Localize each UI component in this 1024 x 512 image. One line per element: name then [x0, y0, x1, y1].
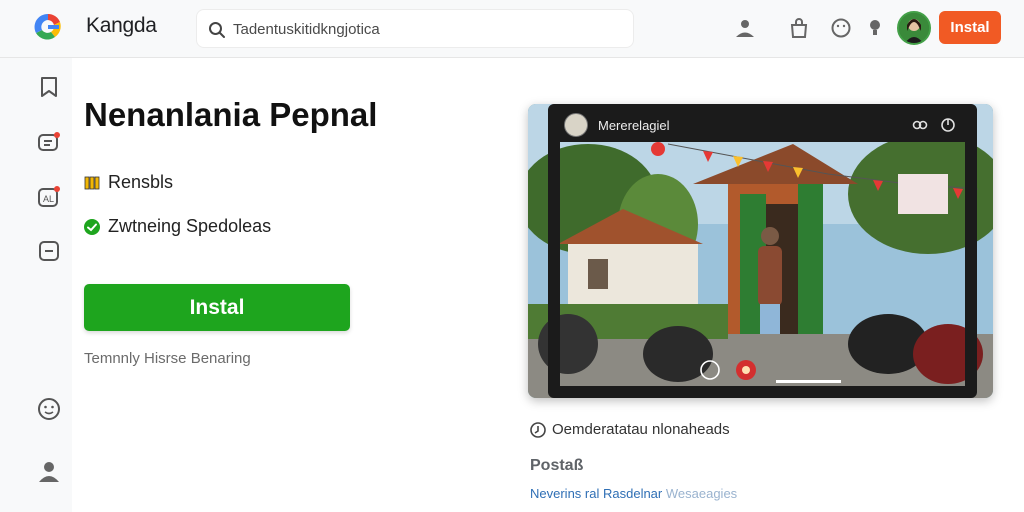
header-install-button[interactable]: Instal [939, 11, 1001, 44]
link-item[interactable]: Rasdelnar [603, 486, 662, 501]
section-links: Neverins ral Rasdelnar Wesaeagies [530, 486, 737, 501]
books-icon [84, 176, 100, 189]
search-icon [209, 22, 225, 38]
bulb-icon[interactable] [863, 16, 887, 40]
loop-icon[interactable] [912, 117, 928, 133]
library-icon[interactable]: AL [36, 184, 62, 210]
channel-name[interactable]: Mererelagiel [598, 118, 670, 133]
top-bar: Kangda Tadentuskitidkngjotica Instal [0, 0, 1024, 58]
terms-text: Temnnly Hisrse Benaring [84, 350, 251, 367]
progress-bar[interactable] [776, 380, 841, 383]
feature-item: Rensbls [84, 172, 173, 193]
info-icon [530, 421, 546, 438]
install-button[interactable]: Instal [84, 284, 350, 331]
link-item[interactable]: Neverins ral [530, 486, 599, 501]
preview-photo [528, 104, 993, 398]
feature-label: Rensbls [108, 172, 174, 192]
app-logo-icon[interactable] [32, 11, 64, 43]
section-heading: Postaß [530, 457, 584, 474]
page-title: Nenanlania Pepnal [84, 96, 378, 133]
brand-name: Kangda [86, 14, 157, 37]
settings-icon[interactable] [940, 117, 956, 133]
feature-item: Zwtneing Spedoleas [84, 216, 271, 237]
media-caption: Oemderatatau nlonaheads [530, 421, 730, 438]
avatar[interactable] [897, 11, 931, 45]
channel-avatar[interactable] [564, 113, 588, 137]
search-box[interactable]: Tadentuskitidkngjotica [196, 9, 634, 48]
emoji-icon[interactable] [36, 396, 62, 422]
profile-icon[interactable] [36, 458, 62, 484]
avatar-image [899, 13, 929, 43]
feature-label: Zwtneing Spedoleas [108, 216, 272, 236]
search-input[interactable]: Tadentuskitidkngjotica [233, 21, 380, 38]
caption-text: Oemderatatau nlonaheads [552, 421, 730, 438]
check-circle-icon [84, 218, 100, 235]
media-preview[interactable]: Mererelagiel [528, 104, 993, 398]
svg-text:AL: AL [43, 194, 54, 204]
smile-icon[interactable] [829, 16, 853, 40]
user-icon[interactable] [733, 16, 757, 40]
left-rail: AL [0, 58, 72, 512]
link-item[interactable]: Wesaeagies [666, 486, 737, 501]
media-header: Mererelagiel [558, 110, 968, 140]
playback-controls [700, 360, 841, 383]
bookmark-icon[interactable] [36, 74, 62, 100]
bag-icon[interactable] [787, 16, 811, 40]
square-icon[interactable] [36, 238, 62, 264]
volume-icon[interactable] [700, 360, 720, 380]
chat-icon[interactable] [36, 130, 62, 156]
